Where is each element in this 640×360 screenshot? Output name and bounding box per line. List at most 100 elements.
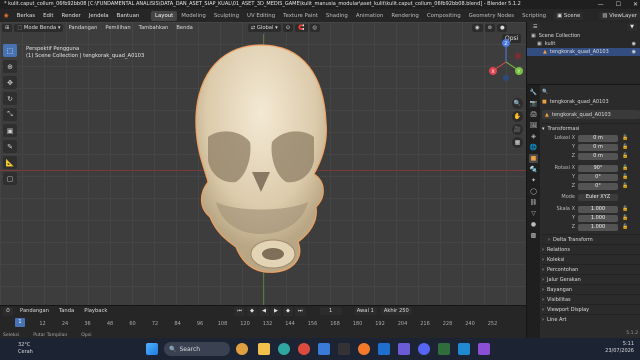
visibility-icon[interactable]: ◉ [472, 24, 483, 32]
material-tab-icon[interactable]: ● [529, 220, 538, 229]
windows-start-icon[interactable] [146, 343, 158, 355]
3d-viewport[interactable]: ⊞ ⬚ Mode Benda ▾ Pandangan Pemilihan Tam… [0, 22, 526, 305]
transform-tool-icon[interactable]: ▣ [3, 124, 17, 137]
add-cube-tool-icon[interactable]: ▢ [3, 172, 17, 185]
system-clock[interactable]: 5:11 23/07/2026 [605, 341, 634, 355]
texture-tab-icon[interactable]: ▩ [529, 231, 538, 240]
section-koleksi[interactable]: › Koleksi [542, 254, 640, 264]
tab-texture-paint[interactable]: Texture Paint [279, 11, 322, 21]
proportional-edit-icon[interactable]: ◎ [309, 24, 321, 32]
vscode-icon[interactable] [458, 343, 470, 355]
jump-end-icon[interactable]: ⏭ [295, 306, 306, 316]
lock-icon[interactable]: 🔓 [622, 165, 628, 171]
move-tool-icon[interactable]: ✥ [3, 76, 17, 89]
end-frame-field[interactable]: Akhir 250 [380, 307, 412, 315]
rotation-z-field[interactable]: 0° [578, 182, 618, 190]
section-delta-transform[interactable]: › Delta Transform [542, 234, 640, 244]
blender-taskbar-icon[interactable] [358, 343, 370, 355]
mode-selector[interactable]: ⬚ Mode Benda ▾ [14, 24, 64, 32]
lock-icon[interactable]: 🔓 [622, 183, 628, 189]
play-icon[interactable]: ▶ [271, 306, 282, 316]
timeline-editor-type-icon[interactable]: ⏱ [3, 306, 14, 316]
modifier-tab-icon[interactable]: 🔩 [529, 165, 538, 174]
timeline-menu-playback[interactable]: Playback [81, 308, 110, 314]
photos-icon[interactable] [398, 343, 410, 355]
menu-edit[interactable]: Edit [39, 13, 57, 19]
tab-geometry-nodes[interactable]: Geometry Nodes [465, 11, 518, 21]
object-tab-icon[interactable]: ■ [529, 154, 538, 163]
menu-berkas[interactable]: Berkas [13, 13, 39, 19]
rotate-tool-icon[interactable]: ↻ [3, 92, 17, 105]
prev-key-icon[interactable]: ◆ [247, 306, 258, 316]
location-y-field[interactable]: 0 m [578, 143, 618, 151]
rotation-mode-select[interactable]: Euler XYZ [578, 193, 618, 201]
discord-icon[interactable] [418, 343, 430, 355]
weather-widget[interactable]: 32°C Cerah [18, 342, 33, 356]
terminal-icon[interactable] [338, 343, 350, 355]
minimize-button[interactable]: — [598, 0, 604, 9]
visual-studio-icon[interactable] [478, 343, 490, 355]
start-frame-field[interactable]: Awal 1 [353, 307, 377, 315]
tab-layout[interactable]: Layout [150, 10, 178, 21]
menu-render[interactable]: Render [58, 13, 85, 19]
section-jalur-gerakan[interactable]: › Jalur Gerakan [542, 274, 640, 284]
menu-tambahkan[interactable]: Tambahkan [136, 25, 172, 31]
cursor-tool-icon[interactable]: ⊕ [3, 60, 17, 73]
camera-icon[interactable]: 🎥 [512, 124, 523, 135]
section-visibilitas[interactable]: › Visibilitas [542, 294, 640, 304]
lock-icon[interactable]: 🔓 [622, 144, 628, 150]
section-bayangan[interactable]: › Bayangan [542, 284, 640, 294]
outliner-filter-icon[interactable]: ▼ [627, 23, 637, 31]
mail-icon[interactable] [378, 343, 390, 355]
menu-pandangan[interactable]: Pandangan [65, 25, 100, 31]
world-tab-icon[interactable]: 🌐 [529, 143, 538, 152]
lock-icon[interactable]: 🔓 [622, 224, 628, 230]
measure-tool-icon[interactable]: 📐 [3, 156, 17, 169]
tab-animation[interactable]: Animation [352, 11, 387, 21]
navigation-gizmo[interactable]: Z X Y [488, 34, 524, 94]
scale-tool-icon[interactable]: ⤡ [3, 108, 17, 121]
next-key-icon[interactable]: ◆ [283, 306, 294, 316]
store-icon[interactable] [318, 343, 330, 355]
eye-icon[interactable]: ◉ [632, 49, 636, 55]
tab-scripting[interactable]: Scripting [518, 11, 550, 21]
current-frame-field[interactable]: 1 [319, 307, 342, 315]
object-name-field[interactable]: ▲ tengkorak_quad_A0103 [542, 110, 640, 119]
blender-logo-icon[interactable]: ◉ [0, 13, 13, 19]
view-layer-selector[interactable]: ▤ ViewLayer [599, 11, 640, 20]
playhead[interactable]: 1 [15, 318, 25, 327]
menu-bantuan[interactable]: Bantuan [113, 13, 144, 19]
tab-sculpting[interactable]: Sculpting [210, 11, 243, 21]
outliner-row-tengkorak[interactable]: ▲ tengkorak_quad_A0103 ◉ [527, 48, 640, 56]
scale-x-field[interactable]: 1.000 [578, 205, 618, 213]
location-z-field[interactable]: 0 m [578, 152, 618, 160]
lock-icon[interactable]: 🔓 [622, 153, 628, 159]
constraints-tab-icon[interactable]: ⛓ [529, 198, 538, 207]
section-viewport-display[interactable]: › Viewport Display [542, 304, 640, 314]
render-tab-icon[interactable]: 📷 [529, 99, 538, 108]
view-layer-tab-icon[interactable]: 🖼 [529, 121, 538, 130]
snap-icon[interactable]: 🧲 [295, 24, 308, 32]
close-button[interactable]: ✕ [633, 0, 638, 9]
rotation-y-field[interactable]: 0° [578, 173, 618, 181]
menu-jendela[interactable]: Jendela [85, 13, 113, 19]
data-tab-icon[interactable]: ▽ [529, 209, 538, 218]
game-icon[interactable] [438, 343, 450, 355]
tab-uv-editing[interactable]: UV Editing [243, 11, 279, 21]
shading-solid-icon[interactable]: ● [496, 24, 508, 32]
transform-orientation-selector[interactable]: ⇄ Global ▾ [247, 24, 281, 32]
section-line-art[interactable]: › Line Art [542, 314, 640, 324]
overlays-icon[interactable]: ⊚ [484, 24, 495, 32]
eye-icon[interactable]: ◉ [632, 41, 636, 47]
menu-pemilihan[interactable]: Pemilihan [102, 25, 133, 31]
timeline-menu-pandangan[interactable]: Pandangan [17, 308, 52, 314]
annotate-tool-icon[interactable]: ✎ [3, 140, 17, 153]
section-transform[interactable]: ▾ Transformasi [542, 123, 640, 133]
outliner-editor-icon[interactable]: ☰ [530, 23, 541, 31]
editor-type-icon[interactable]: ⊞ [2, 24, 13, 32]
task-view-icon[interactable] [236, 343, 248, 355]
properties-search[interactable]: 🔍 [542, 87, 640, 97]
scale-y-field[interactable]: 1.000 [578, 214, 618, 222]
tab-modeling[interactable]: Modeling [177, 11, 210, 21]
timeline-menu-tanda[interactable]: Tanda [56, 308, 77, 314]
